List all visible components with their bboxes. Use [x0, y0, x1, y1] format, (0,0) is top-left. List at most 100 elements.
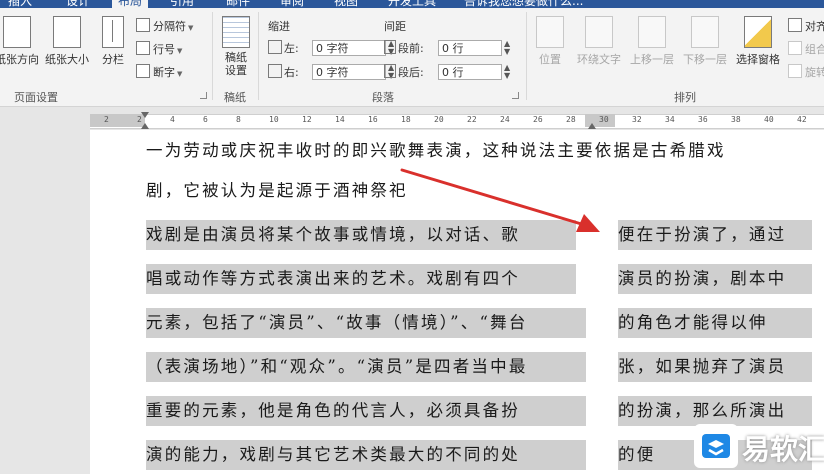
columns-button[interactable]: 分栏	[96, 14, 130, 76]
align-button[interactable]: 对齐	[788, 18, 824, 36]
body-text-line[interactable]: 剧，它被认为是起源于酒神祭祀	[146, 176, 408, 206]
draft-settings-button[interactable]: 稿纸设置	[214, 14, 258, 77]
send-backward-icon	[691, 16, 719, 48]
ruler-tick-label: 2	[137, 115, 142, 124]
spacing-before-field: 段前: 0 行 ▲ ▼	[384, 40, 510, 58]
draft-paper-icon	[222, 16, 250, 48]
ribbon-tab-bar: 插入 设计 布局 引用 邮件 审阅 视图 开发工具 告诉我您想要做什么...	[0, 0, 824, 8]
selection-pane-button[interactable]: 选择窗格	[730, 14, 786, 76]
chevron-down-icon: ▼	[177, 47, 183, 55]
right-indent-marker[interactable]	[588, 123, 596, 129]
group-objects-button[interactable]: 组合	[788, 41, 824, 59]
selection-pane-label: 选择窗格	[736, 53, 780, 66]
draft-group: 稿纸设置 稿纸	[214, 8, 258, 106]
breaks-label: 分隔符	[153, 20, 186, 33]
ruler-strip	[90, 114, 824, 129]
ruler-tick-label: 30	[599, 115, 609, 124]
ruler-tick-label: 26	[533, 115, 543, 124]
watermark-text: 易软汇	[742, 433, 824, 466]
hanging-indent-marker[interactable]	[141, 123, 149, 129]
ruler-tick-label: 8	[236, 115, 241, 124]
ruler-tick-label: 4	[170, 115, 175, 124]
tab-layout[interactable]: 布局	[112, 0, 149, 8]
tab-view[interactable]: 视图	[334, 0, 358, 8]
wrap-text-button[interactable]: 环绕文字	[572, 14, 626, 76]
selected-text-line[interactable]: 戏剧是由演员将某个故事或情境，以对话、歌	[146, 220, 576, 250]
breaks-icon	[136, 18, 150, 32]
selected-text-line[interactable]: （表演场地）”和“观众”。“演员”是四者当中最	[146, 352, 586, 382]
bring-forward-label: 上移一层	[630, 53, 674, 66]
ruler-tick-label: 20	[434, 115, 444, 124]
orientation-button[interactable]: 纸张方向	[0, 14, 40, 76]
hyphenation-icon	[136, 64, 150, 78]
first-line-indent-marker[interactable]	[141, 112, 149, 118]
indent-right-icon	[268, 64, 282, 78]
selected-text-line[interactable]: 演的能力，戏剧与其它艺术类最大的不同的处	[146, 440, 586, 470]
orientation-label: 纸张方向	[0, 53, 39, 66]
draft-group-label: 稿纸	[224, 91, 246, 104]
group-objects-icon	[788, 41, 802, 55]
spacing-after-input[interactable]: 0 行	[438, 64, 502, 80]
align-icon	[788, 18, 802, 32]
dialog-launcher-icon[interactable]	[200, 92, 207, 99]
horizontal-ruler[interactable]: 2 2 4 6 8 10 12 14 16 18 20 22 24 26 28 30 32 34 36 38 40 42	[0, 107, 824, 129]
draft-settings-label: 稿纸设置	[225, 51, 247, 77]
tell-me-search[interactable]: 告诉我您想要做什么...	[464, 0, 583, 8]
spinner-icon[interactable]: ▲ ▼	[504, 40, 510, 56]
ruler-tick-label: 16	[368, 115, 378, 124]
selected-text-line[interactable]: 元素，包括了“演员”、“故事（情境）”、“舞台	[146, 308, 586, 338]
line-numbers-label: 行号	[153, 43, 175, 56]
columns-icon	[102, 16, 124, 48]
tab-references[interactable]: 引用	[170, 0, 194, 8]
paragraph-group-label: 段落	[372, 91, 394, 104]
bring-forward-button[interactable]: 上移一层	[625, 14, 679, 76]
tab-insert[interactable]: 插入	[8, 0, 32, 8]
page-setup-group-label: 页面设置	[14, 91, 58, 104]
line-numbers-button[interactable]: 行号 ▼	[136, 41, 182, 59]
tab-mailings[interactable]: 邮件	[226, 0, 250, 8]
group-divider	[526, 12, 527, 100]
paragraph-group: 缩进 间距 左: 0 字符 ▲ ▼ 右: 0 字符 ▲ ▼ 段前: 0 行 ▲ ▼ 段…	[262, 8, 524, 106]
ruler-tick-label: 22	[467, 115, 477, 124]
spacing-after-icon	[384, 64, 396, 78]
rotate-button[interactable]: 旋转	[788, 64, 824, 82]
selected-text-line[interactable]: 张，如果抛弃了演员	[618, 352, 812, 382]
ribbon: 纸张方向 纸张大小 分栏 分隔符 ▼ 行号 ▼ 断字 ▼ 页面设置 稿纸设置 稿…	[0, 8, 824, 107]
logo-badge-icon	[694, 424, 738, 468]
spacing-after-field: 段后: 0 行 ▲ ▼	[384, 64, 510, 82]
dialog-launcher-icon[interactable]	[512, 92, 519, 99]
selected-text-line[interactable]: 唱或动作等方式表演出来的艺术。戏剧有四个	[146, 264, 576, 294]
wrap-text-icon	[585, 16, 613, 48]
hyphenation-button[interactable]: 断字 ▼	[136, 64, 182, 82]
spinner-icon[interactable]: ▲ ▼	[504, 64, 510, 80]
line-numbers-icon	[136, 41, 150, 55]
selected-text-line[interactable]: 重要的元素，他是角色的代言人，必须具备扮	[146, 396, 586, 426]
body-text-line[interactable]: 一为劳动或庆祝丰收时的即兴歌舞表演，这种说法主要依据是古希腊戏	[146, 136, 726, 166]
arrange-group: 位置 环绕文字 上移一层 下移一层 选择窗格 对齐 组合 旋转 排列	[528, 8, 824, 106]
rotate-label: 旋转	[805, 66, 824, 79]
breaks-button[interactable]: 分隔符 ▼	[136, 18, 193, 36]
send-backward-label: 下移一层	[683, 53, 727, 66]
spacing-before-input[interactable]: 0 行	[438, 40, 502, 56]
tab-design[interactable]: 设计	[66, 0, 90, 8]
indent-left-input[interactable]: 0 字符	[312, 40, 386, 56]
indent-right-input[interactable]: 0 字符	[312, 64, 386, 80]
indent-right-label: 右:	[284, 66, 299, 79]
page-setup-group: 纸张方向 纸张大小 分栏 分隔符 ▼ 行号 ▼ 断字 ▼ 页面设置	[0, 8, 212, 106]
selected-text-line[interactable]: 演员的扮演，剧本中	[618, 264, 812, 294]
position-icon	[536, 16, 564, 48]
align-label: 对齐	[805, 20, 824, 33]
indent-left-label: 左:	[284, 42, 299, 55]
chevron-down-icon: ▼	[177, 70, 183, 78]
send-backward-button[interactable]: 下移一层	[678, 14, 732, 76]
group-divider	[258, 12, 259, 100]
selected-text-line[interactable]: 的角色才能得以伸	[618, 308, 812, 338]
size-button[interactable]: 纸张大小	[40, 14, 94, 76]
selected-text-line[interactable]: 便在于扮演了，通过	[618, 220, 812, 250]
tab-review[interactable]: 审阅	[280, 0, 304, 8]
tab-developer[interactable]: 开发工具	[388, 0, 436, 8]
position-button[interactable]: 位置	[528, 14, 572, 76]
bring-forward-icon	[638, 16, 666, 48]
ruler-tick-label: 36	[698, 115, 708, 124]
spacing-heading: 间距	[384, 20, 406, 33]
